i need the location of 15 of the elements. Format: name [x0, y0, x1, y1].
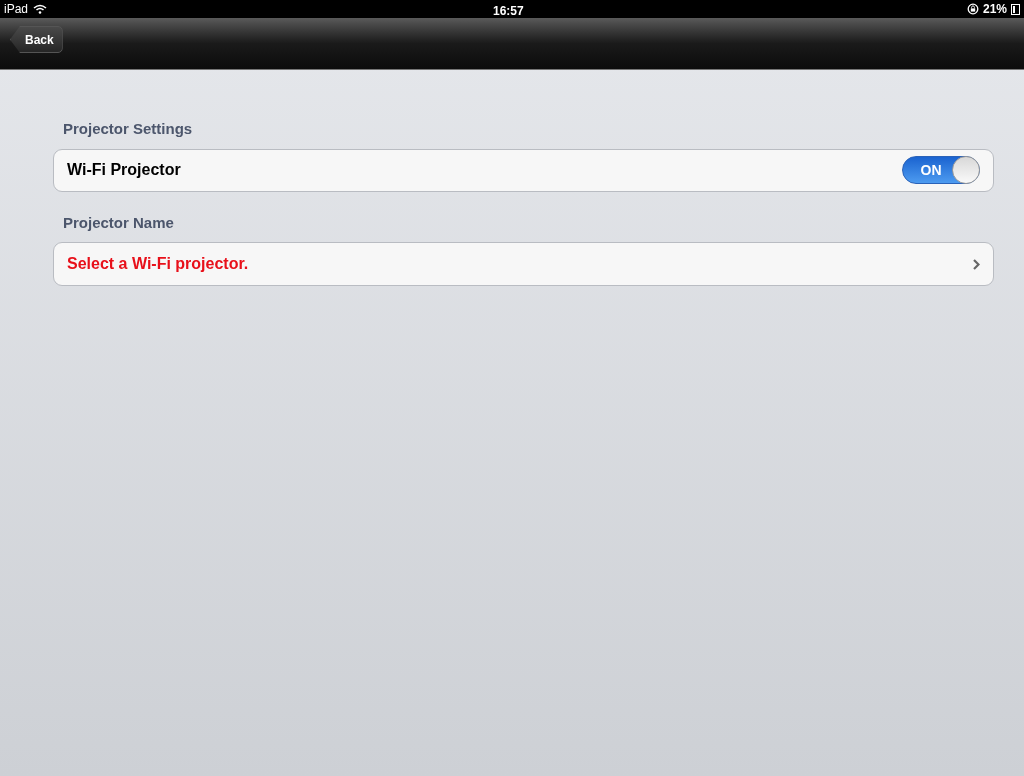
row-label: Wi-Fi Projector — [67, 160, 181, 180]
wifi-icon — [33, 4, 48, 14]
back-button[interactable]: Back — [10, 26, 63, 53]
section-header: Projector Name — [63, 212, 175, 233]
rotation-lock-icon — [966, 3, 979, 15]
toggle-switch[interactable]: ON — [902, 156, 980, 184]
row-label: Select a Wi-Fi projector. — [67, 254, 249, 274]
settings-row[interactable]: Select a Wi-Fi projector. — [53, 242, 994, 286]
battery-percent: 21% — [982, 1, 1007, 18]
battery-icon — [1011, 3, 1020, 15]
section-header: Projector Settings — [63, 119, 194, 139]
switch-thumb[interactable] — [952, 156, 980, 184]
chevron-icon — [973, 258, 980, 270]
device-name: iPad — [4, 1, 29, 18]
clock: 16:57 — [493, 3, 524, 20]
